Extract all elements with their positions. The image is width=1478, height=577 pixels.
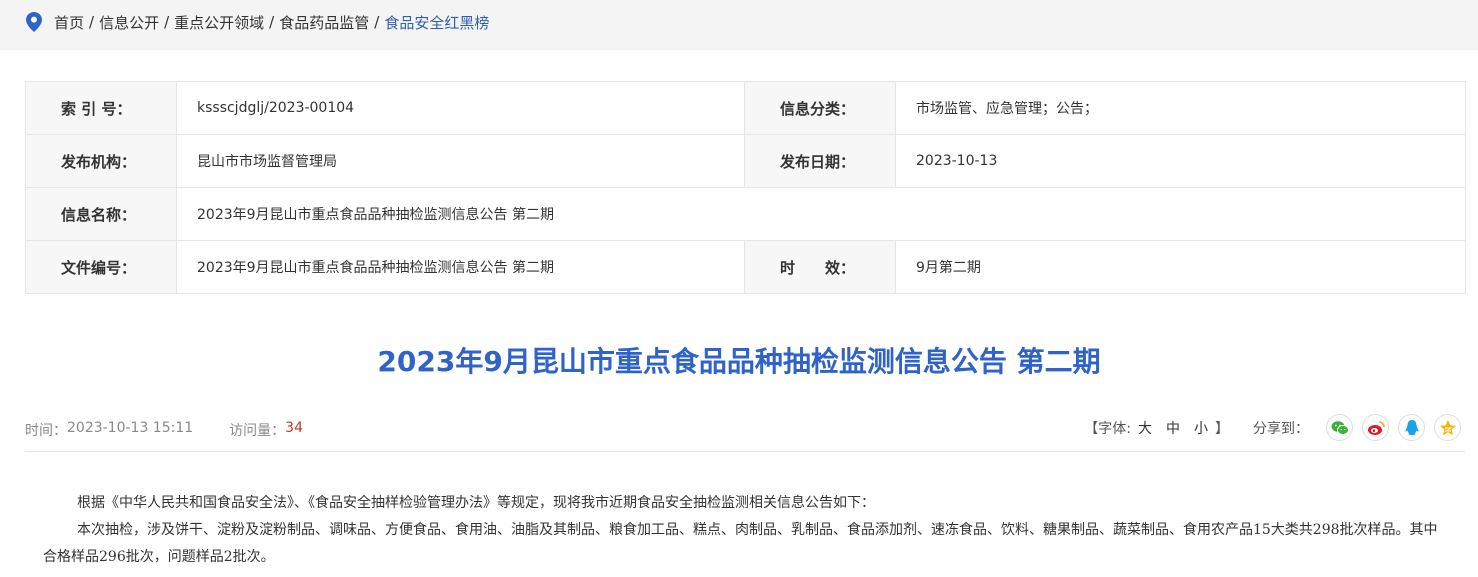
breadcrumb-food-safety-list[interactable]: 食品安全红黑榜 [384, 12, 489, 33]
share-wechat-button[interactable] [1326, 414, 1353, 441]
breadcrumb-separator: / [269, 13, 275, 31]
views-value: 34 [285, 420, 303, 436]
name-label: 信息名称： [25, 187, 177, 241]
breadcrumb-separator: / [374, 13, 380, 31]
docno-value: 2023年9月昆山市重点食品品种抽检监测信息公告 第二期 [176, 240, 745, 294]
share-qq-button[interactable] [1398, 414, 1425, 441]
breadcrumb-bar: 首页 / 信息公开 / 重点公开领域 / 食品药品监管 / 食品安全红黑榜 [0, 0, 1478, 50]
article-tools: 【字体: 大 中 小 】 分享到： [1084, 414, 1461, 441]
publisher-value: 昆山市市场监督管理局 [176, 134, 745, 188]
views-label: 访问量： [229, 423, 286, 439]
index-value: ksssсjdglj/2023-00104 [176, 81, 745, 135]
breadcrumb-food-drug[interactable]: 食品药品监管 [279, 12, 369, 33]
article-info-row: 时间： 2023-10-13 15:11 访问量： 34 【字体: 大 中 小 … [25, 412, 1465, 452]
date-label: 发布日期： [744, 134, 896, 188]
name-value: 2023年9月昆山市重点食品品种抽检监测信息公告 第二期 [176, 187, 1466, 241]
meta-row: 文件编号： 2023年9月昆山市重点食品品种抽检监测信息公告 第二期 时 效： … [25, 240, 1466, 294]
font-size-control: 【字体: 大 中 小 】 [1084, 418, 1229, 438]
breadcrumb: 首页 / 信息公开 / 重点公开领域 / 食品药品监管 / 食品安全红黑榜 [26, 10, 489, 34]
time-label: 时间： [25, 423, 67, 439]
index-label: 索 引 号： [25, 81, 177, 135]
share-weibo-button[interactable] [1362, 414, 1389, 441]
meta-table: 索 引 号： ksssсjdglj/2023-00104 信息分类： 市场监管、… [25, 81, 1466, 294]
location-pin-icon [26, 12, 42, 32]
font-medium-button[interactable]: 中 [1166, 418, 1180, 438]
article-paragraph: 根据《中华人民共和国食品安全法》、《食品安全抽样检验管理办法》等规定，现将我市近… [77, 495, 875, 511]
meta-row: 发布机构： 昆山市市场监督管理局 发布日期： 2023-10-13 [25, 134, 1466, 188]
share-label: 分享到： [1253, 420, 1309, 437]
date-value: 2023-10-13 [895, 134, 1466, 188]
docno-label: 文件编号： [25, 240, 177, 294]
breadcrumb-info-public[interactable]: 信息公开 [99, 12, 159, 33]
breadcrumb-separator: / [89, 13, 95, 31]
font-label: 【字体: [1084, 420, 1131, 437]
breadcrumb-home[interactable]: 首页 [54, 12, 84, 33]
font-large-button[interactable]: 大 [1138, 418, 1152, 438]
weibo-icon [1367, 420, 1385, 435]
article-body: 根据《中华人民共和国食品安全法》、《食品安全抽样检验管理办法》等规定，现将我市近… [43, 490, 1443, 571]
publisher-label: 发布机构： [25, 134, 177, 188]
qzone-icon [1439, 419, 1456, 435]
breadcrumb-key-areas[interactable]: 重点公开领域 [174, 12, 264, 33]
category-value: 市场监管、应急管理；公告； [895, 81, 1466, 135]
meta-row: 索 引 号： ksssсjdglj/2023-00104 信息分类： 市场监管、… [25, 81, 1466, 135]
article-meta: 时间： 2023-10-13 15:11 访问量： 34 [25, 420, 303, 440]
meta-row: 信息名称： 2023年9月昆山市重点食品品种抽检监测信息公告 第二期 [25, 187, 1466, 241]
wechat-icon [1331, 420, 1349, 435]
share-qzone-button[interactable] [1434, 414, 1461, 441]
time-value: 2023-10-13 15:11 [67, 420, 194, 436]
category-label: 信息分类： [744, 81, 896, 135]
validity-value: 9月第二期 [895, 240, 1466, 294]
font-label-end: 】 [1215, 420, 1229, 437]
qq-icon [1404, 419, 1419, 435]
article-title: 2023年9月昆山市重点食品品种抽检监测信息公告 第二期 [377, 345, 1101, 378]
article-paragraph: 本次抽检，涉及饼干、淀粉及淀粉制品、调味品、方便食品、食用油、油脂及其制品、粮食… [43, 522, 1438, 565]
font-small-button[interactable]: 小 [1194, 418, 1208, 438]
breadcrumb-separator: / [164, 13, 170, 31]
validity-label: 时 效： [744, 240, 896, 294]
